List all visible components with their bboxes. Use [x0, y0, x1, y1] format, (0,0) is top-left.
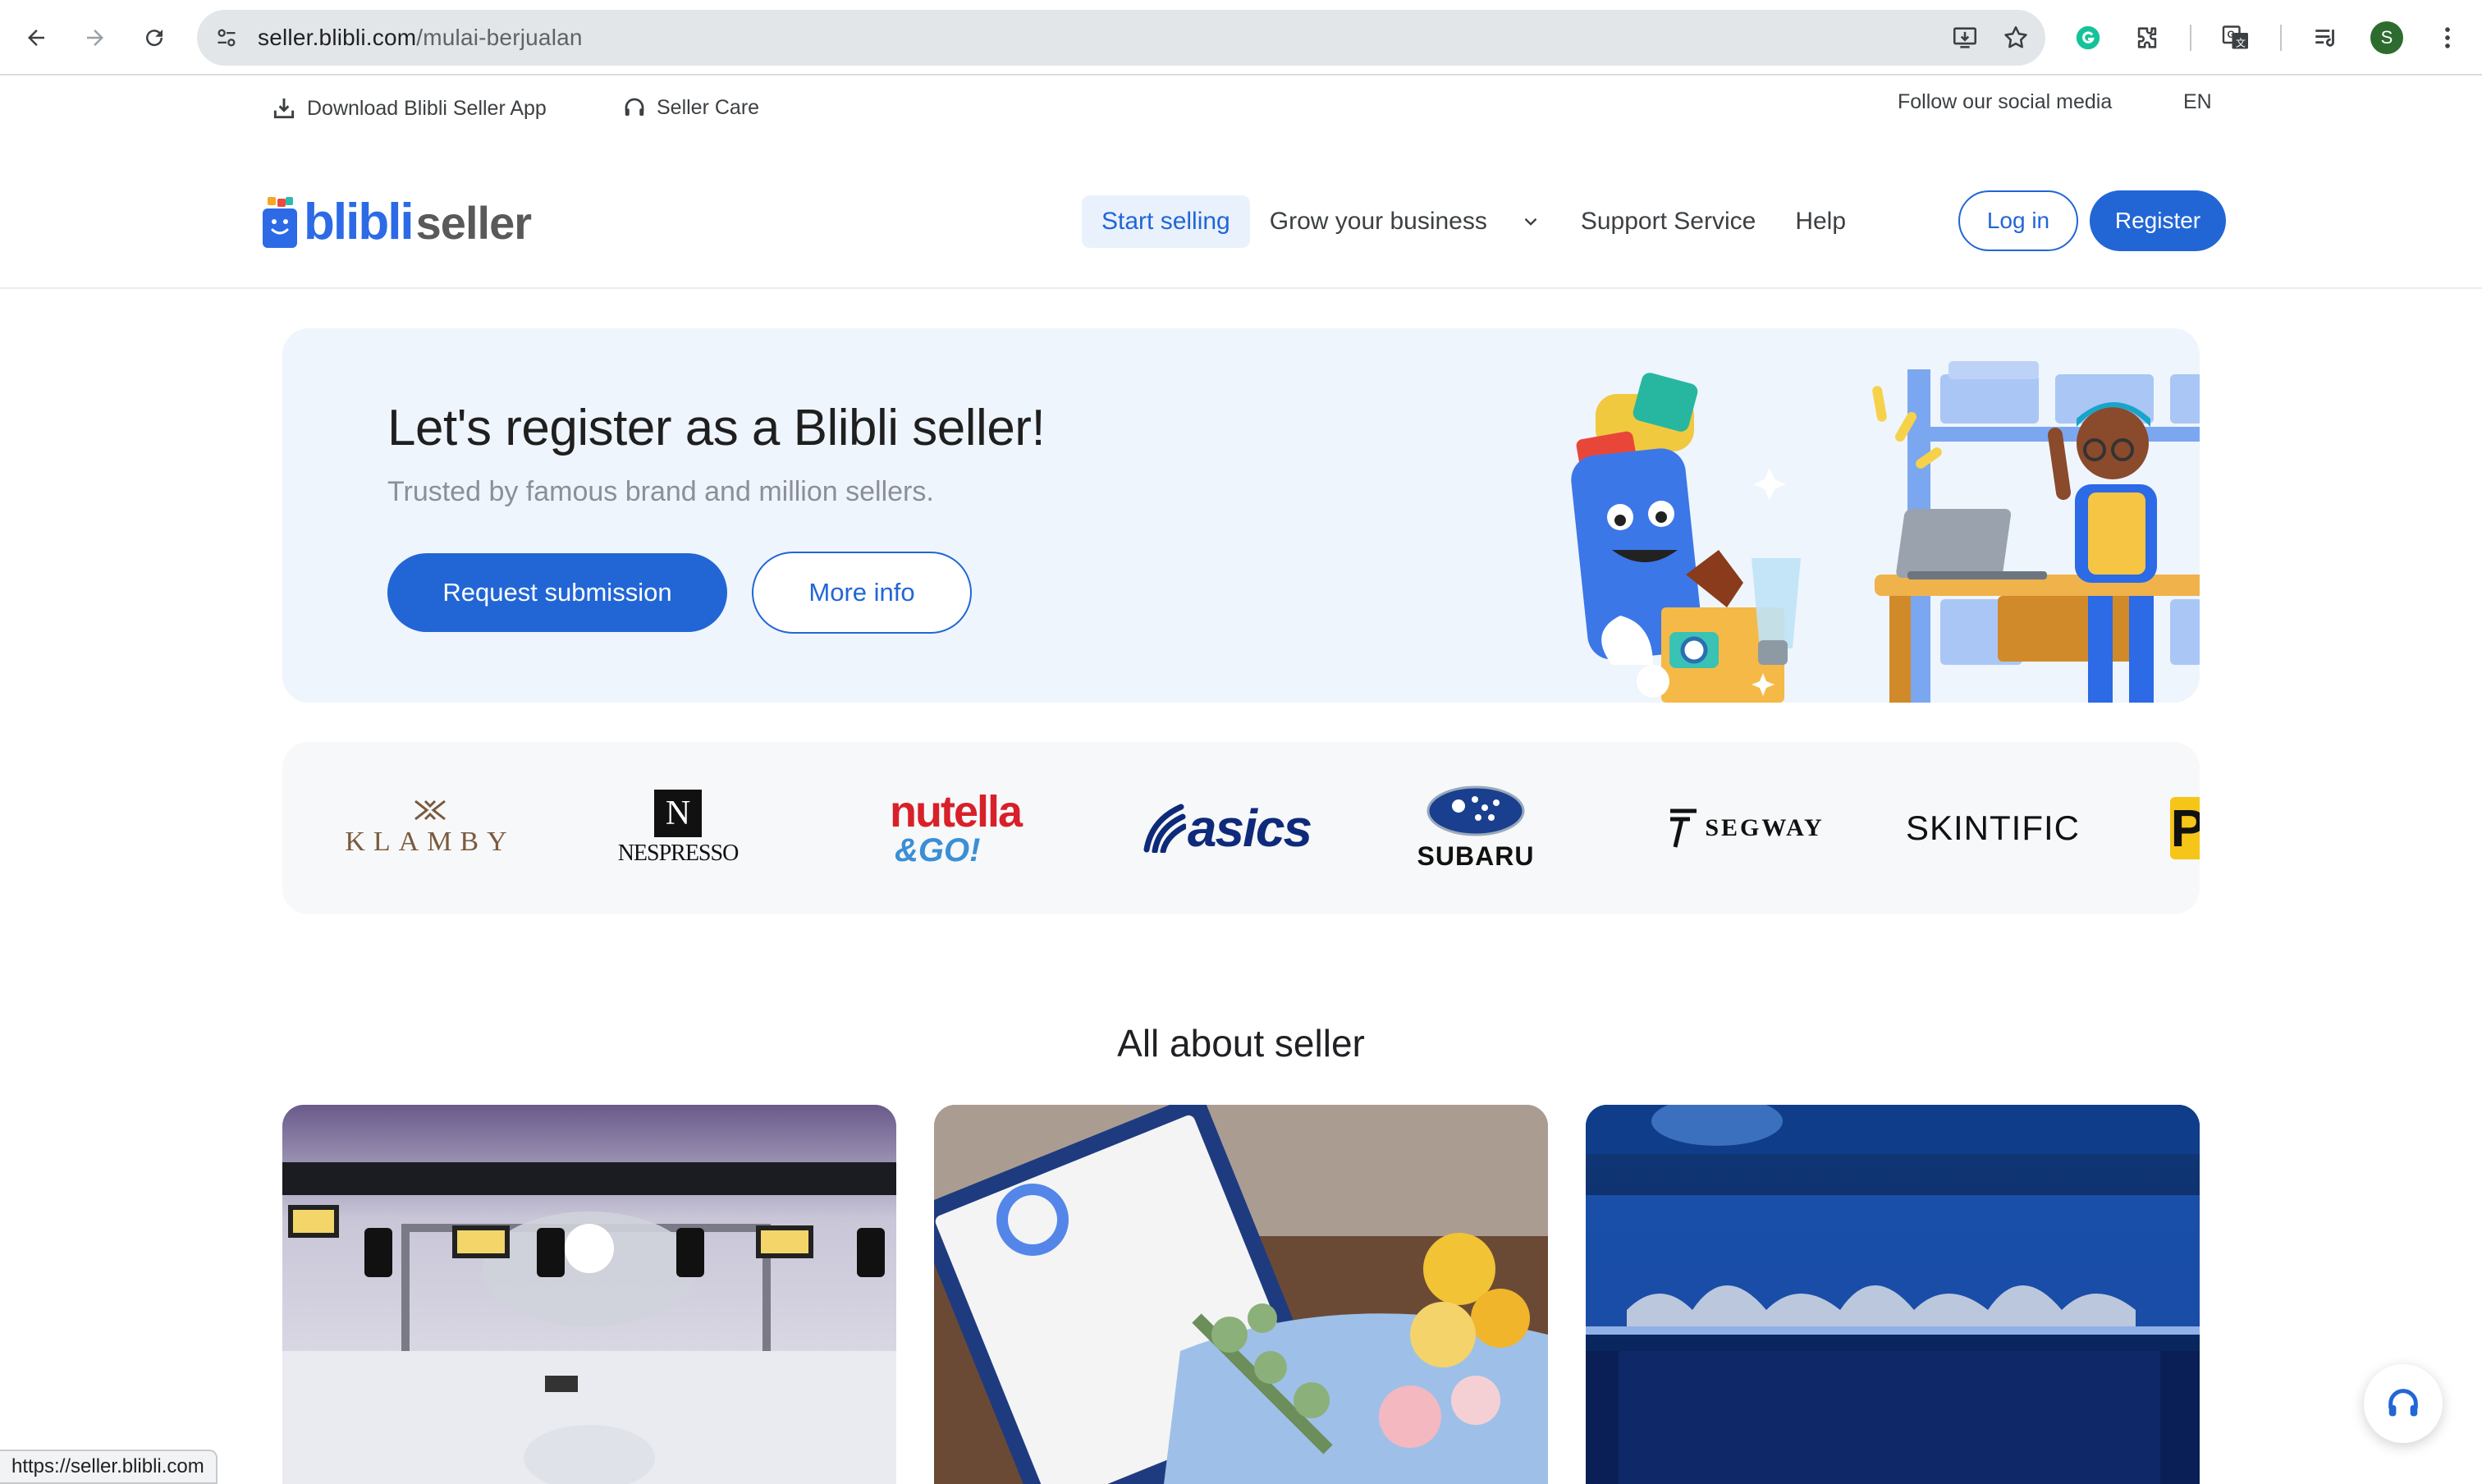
subaru-stars-icon: [1426, 786, 1525, 836]
extensions-puzzle-icon[interactable]: [2129, 20, 2165, 56]
about-card-stage[interactable]: [1586, 1105, 2200, 1484]
site-info-icon[interactable]: [208, 20, 245, 56]
nav-support-service[interactable]: Support Service: [1561, 195, 1775, 248]
headset-icon: [625, 98, 644, 116]
about-card-award[interactable]: [934, 1105, 1548, 1484]
about-card-event-hall[interactable]: [282, 1105, 896, 1484]
nav-help[interactable]: Help: [1775, 195, 1866, 248]
segway-logo: SEGWAY: [1635, 775, 1857, 882]
download-icon: [273, 98, 295, 119]
klamby-text: KLAMBY: [345, 826, 515, 857]
hero-subtitle: Trusted by famous brand and million sell…: [387, 476, 934, 507]
brand-logos-carousel: KLAMBY N NESPRESSO nutella &GO! asics SU…: [282, 742, 2200, 914]
about-section-title: All about seller: [1117, 1022, 1365, 1065]
chevron-down-icon: [1524, 218, 1537, 226]
klamby-mark-icon: [414, 799, 446, 820]
url-text[interactable]: seller.blibli.com/mulai-berjualan: [258, 25, 583, 51]
link-hover-status-bar: https://seller.blibli.com: [0, 1450, 218, 1484]
asics-text: asics: [1187, 799, 1312, 858]
svg-text:G: G: [2228, 29, 2235, 40]
translate-icon[interactable]: G文: [2218, 20, 2254, 56]
segway-mark-icon: [1670, 808, 1697, 848]
seller-illustration: [1571, 361, 2200, 703]
url-host: seller.blibli.com: [258, 25, 417, 50]
install-app-icon[interactable]: [1949, 21, 1981, 54]
subaru-text: SUBARU: [1417, 841, 1535, 871]
more-info-button[interactable]: More info: [752, 552, 972, 634]
hero-banner: Let's register as a Blibli seller! Trust…: [282, 328, 2200, 703]
shopping-bag-icon: [261, 197, 299, 248]
nav-grow-your-business[interactable]: Grow your business: [1250, 195, 1561, 248]
logo-seller-text: seller: [415, 197, 532, 249]
login-button[interactable]: Log in: [1958, 190, 2078, 251]
toolbar-separator: [2190, 25, 2191, 51]
nutella-go-text: &GO!: [894, 832, 981, 868]
language-label: EN: [2183, 90, 2212, 113]
back-button[interactable]: [16, 18, 56, 57]
browser-toolbar: seller.blibli.com/mulai-berjualan G文 S: [0, 0, 2482, 76]
nutella-text: nutella: [889, 787, 1023, 836]
headset-support-icon: [2388, 1389, 2418, 1417]
segway-text: SEGWAY: [1705, 814, 1825, 841]
follow-social-media[interactable]: Follow our social media: [1898, 90, 2112, 114]
logo-blibli-text: blibli: [304, 194, 414, 250]
skintific-text: SKINTIFIC: [1905, 808, 2080, 847]
skintific-logo: SKINTIFIC: [1886, 775, 2100, 882]
bookmark-star-icon[interactable]: [1999, 21, 2032, 54]
blibli-seller-logo[interactable]: blibli seller: [261, 190, 532, 250]
language-switcher[interactable]: EN: [2183, 90, 2212, 114]
subaru-logo: SUBARU: [1377, 775, 1574, 882]
hero-title: Let's register as a Blibli seller!: [387, 400, 1046, 456]
award-bouquet-photo: [934, 1105, 1548, 1484]
request-submission-button[interactable]: Request submission: [387, 553, 727, 632]
header-divider: [0, 287, 2482, 289]
nespresso-text: NESPRESSO: [617, 840, 740, 866]
event-hall-photo: [282, 1105, 896, 1484]
nav-start-selling[interactable]: Start selling: [1082, 195, 1250, 248]
partial-brand-logo: P: [2170, 775, 2200, 882]
partial-brand-text: P: [2170, 797, 2200, 859]
download-app-label: Download Blibli Seller App: [307, 96, 547, 120]
main-navigation: Start selling Grow your business Support…: [1082, 195, 1866, 248]
address-bar[interactable]: seller.blibli.com/mulai-berjualan: [197, 10, 2045, 66]
nespresso-logo: N NESPRESSO: [579, 775, 776, 882]
url-path: /mulai-berjualan: [416, 25, 583, 50]
forward-button[interactable]: [76, 18, 115, 57]
toolbar-separator: [2280, 25, 2282, 51]
download-app-link[interactable]: Download Blibli Seller App: [271, 95, 547, 121]
nav-grow-label: Grow your business: [1269, 208, 1487, 235]
customer-support-button[interactable]: [2364, 1364, 2443, 1443]
stage-display-photo: [1586, 1105, 2200, 1484]
register-button[interactable]: Register: [2090, 190, 2226, 251]
svg-text:文: 文: [2236, 37, 2246, 49]
seller-care-label: Seller Care: [657, 95, 760, 119]
reload-button[interactable]: [135, 18, 174, 57]
grammarly-extension-icon[interactable]: [2070, 20, 2106, 56]
nutella-logo: nutella &GO!: [857, 775, 1054, 882]
nespresso-n-icon: N: [654, 790, 702, 837]
klamby-logo: KLAMBY: [332, 775, 529, 882]
seller-care-link[interactable]: Seller Care: [622, 95, 759, 120]
asics-stripes-icon: [1143, 804, 1186, 853]
asics-logo: asics: [1116, 775, 1338, 882]
media-control-icon[interactable]: [2308, 20, 2344, 56]
profile-avatar[interactable]: S: [2370, 21, 2403, 54]
follow-social-label: Follow our social media: [1898, 90, 2113, 113]
browser-menu-icon[interactable]: [2429, 20, 2466, 56]
